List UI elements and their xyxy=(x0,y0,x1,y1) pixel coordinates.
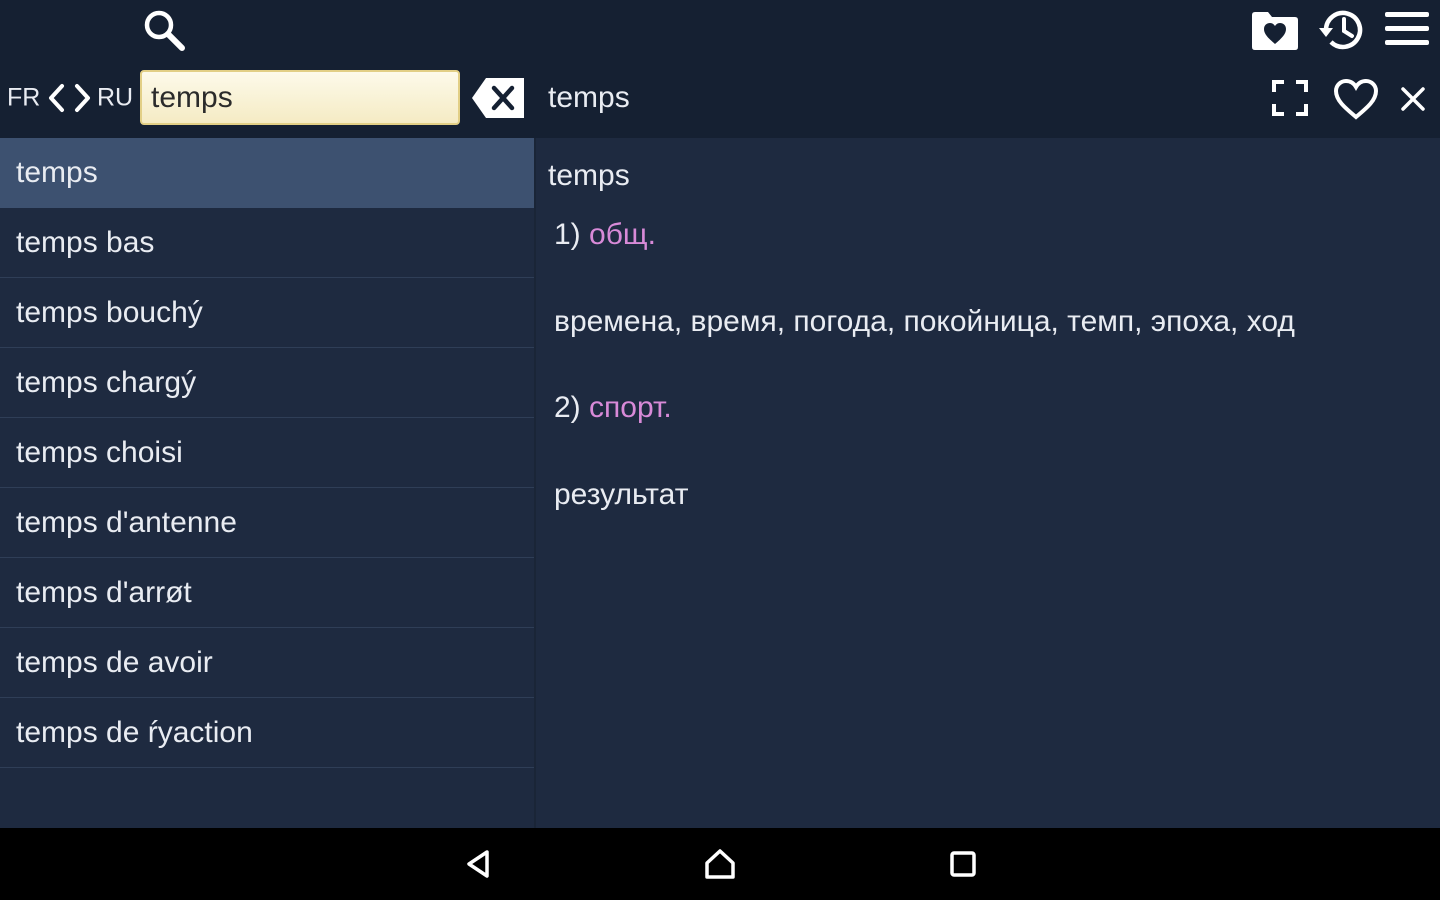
list-item[interactable]: temps choisi xyxy=(0,418,534,488)
detail-word: temps xyxy=(548,159,630,192)
list-item[interactable]: temps d'arrøt xyxy=(0,558,534,628)
sense-label[interactable]: спорт. xyxy=(589,391,672,424)
system-nav-bar xyxy=(0,828,1440,900)
search-input[interactable] xyxy=(140,70,460,125)
list-item[interactable]: temps chargý xyxy=(0,348,534,418)
list-item[interactable]: temps d'antenne xyxy=(0,488,534,558)
close-icon[interactable] xyxy=(1398,84,1428,114)
menu-icon[interactable] xyxy=(1382,8,1432,50)
list-item-label: temps xyxy=(16,155,98,189)
entry-title: temps xyxy=(548,81,630,114)
top-bar: FR RU temps xyxy=(0,0,1440,138)
target-language-label[interactable]: RU xyxy=(97,84,133,113)
list-item-label: temps de ŕyaction xyxy=(16,715,253,749)
history-icon[interactable] xyxy=(1316,5,1368,55)
fullscreen-icon[interactable] xyxy=(1270,78,1310,118)
sense-label[interactable]: общ. xyxy=(589,218,656,251)
list-item-label: temps bouchý xyxy=(16,295,203,329)
results-list: temps temps bas temps bouchý temps charg… xyxy=(0,138,534,768)
list-item[interactable]: temps de avoir xyxy=(0,628,534,698)
list-item-label: temps d'arrøt xyxy=(16,575,192,609)
sense-heading: 1) общ. xyxy=(554,218,656,252)
list-item-label: temps de avoir xyxy=(16,645,213,679)
list-item[interactable]: temps de ŕyaction xyxy=(0,698,534,768)
sense-translation: времена, время, погода, покойница, темп,… xyxy=(554,305,1295,338)
sense-heading: 2) спорт. xyxy=(554,391,672,425)
clear-input-icon[interactable] xyxy=(470,76,526,120)
swap-right-icon[interactable] xyxy=(71,82,95,114)
sense-number: 1) xyxy=(554,218,581,251)
heart-icon[interactable] xyxy=(1332,76,1380,122)
favorites-folder-icon[interactable] xyxy=(1250,8,1300,52)
recents-icon[interactable] xyxy=(923,828,1003,900)
list-item-label: temps bas xyxy=(16,225,155,259)
source-language-label[interactable]: FR xyxy=(7,84,40,113)
pane-divider xyxy=(534,138,536,828)
list-item[interactable]: temps bouchý xyxy=(0,278,534,348)
list-item[interactable]: temps xyxy=(0,138,534,208)
sense-translation: результат xyxy=(554,478,689,511)
list-item-label: temps choisi xyxy=(16,435,183,469)
home-icon[interactable] xyxy=(680,828,760,900)
swap-left-icon[interactable] xyxy=(44,82,68,114)
search-icon[interactable] xyxy=(140,6,188,54)
list-item-label: temps chargý xyxy=(16,365,197,399)
back-icon[interactable] xyxy=(438,828,518,900)
list-item-label: temps d'antenne xyxy=(16,505,237,539)
sense-number: 2) xyxy=(554,391,581,424)
list-item[interactable]: temps bas xyxy=(0,208,534,278)
